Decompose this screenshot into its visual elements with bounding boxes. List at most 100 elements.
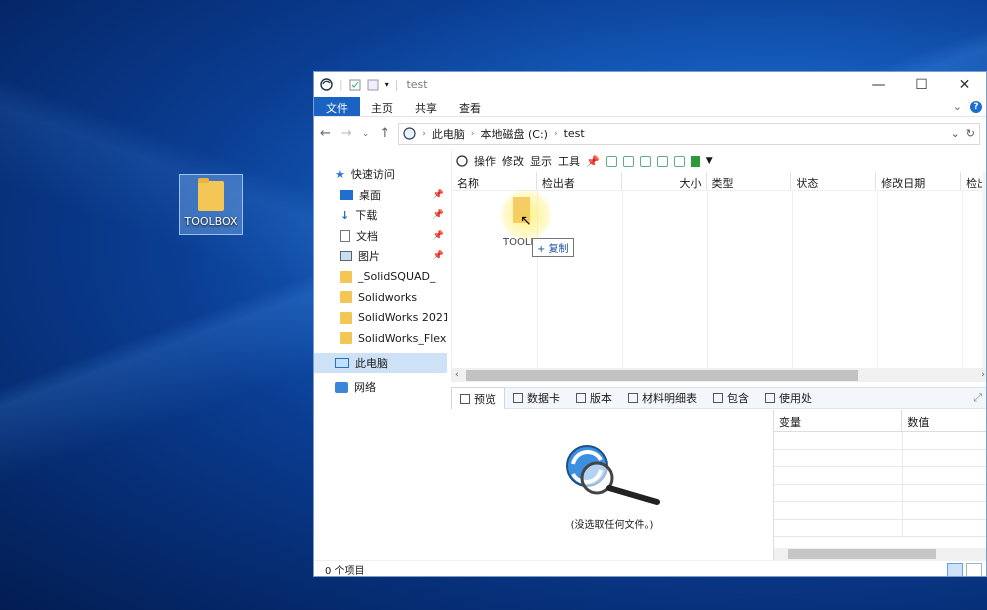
tab-preview[interactable]: 预览 (451, 387, 505, 409)
column-value[interactable]: 数值 (902, 410, 986, 431)
table-row (774, 467, 986, 485)
sidebar-item-solidworks-2021[interactable]: SolidWorks 2021 (314, 308, 447, 329)
properties-icon[interactable] (349, 79, 361, 91)
tab-file[interactable]: 文件 (314, 97, 360, 116)
details-view-button[interactable] (947, 562, 963, 576)
pdm-menu-actions[interactable]: 操作 (474, 153, 496, 169)
new-folder-icon[interactable] (367, 79, 379, 91)
address-dropdown-icon[interactable]: ⌄ (951, 127, 960, 140)
desktop-folder-toolbox[interactable]: TOOLBOX (179, 174, 243, 235)
up-button[interactable]: ↑ (379, 126, 390, 141)
sidebar-item-network[interactable]: 网络 (314, 377, 447, 398)
tab-view[interactable]: 查看 (448, 97, 492, 116)
table-row (774, 432, 986, 450)
search-file-icon[interactable] (656, 155, 668, 167)
tab-share[interactable]: 共享 (404, 97, 448, 116)
tab-bom[interactable]: 材料明细表 (620, 387, 705, 409)
book-icon[interactable] (690, 155, 700, 167)
scrollbar-thumb[interactable] (466, 369, 858, 381)
forward-button[interactable]: → (341, 126, 352, 141)
column-state[interactable]: 状态 (791, 172, 877, 190)
column-modified-date[interactable]: 修改日期 (876, 172, 962, 190)
table-row (774, 502, 986, 520)
folder-icon (340, 291, 352, 304)
large-icons-view-button[interactable] (966, 562, 982, 576)
sidebar-item-desktop[interactable]: 桌面 📌 (314, 185, 447, 206)
tab-label: 包含 (727, 392, 749, 405)
refresh-icon[interactable]: ↻ (966, 127, 975, 140)
column-type[interactable]: 类型 (707, 172, 792, 190)
explorer-window: | ▾ | test — ☐ ✕ 文件 主页 共享 查看 ⌄ ? ← → ⌄ ↑ (313, 71, 987, 577)
sidebar-item-label: 网络 (354, 381, 376, 395)
sidebar-item-quick-access[interactable]: ★ 快速访问 (314, 164, 447, 185)
scroll-right-icon[interactable]: › (981, 370, 985, 380)
minimize-button[interactable]: — (857, 72, 900, 97)
breadcrumb-local-disk[interactable]: 本地磁盘 (C:) (480, 126, 547, 142)
tab-label: 预览 (474, 392, 496, 406)
sidebar-item-label: SolidWorks_Flexnet (358, 331, 447, 345)
breadcrumb-separator: › (553, 128, 558, 139)
pdm-menu-modify[interactable]: 修改 (502, 153, 524, 169)
tab-where-used[interactable]: 使用处 (757, 387, 820, 409)
breadcrumb-test[interactable]: test (564, 127, 585, 140)
tab-label: 版本 (590, 392, 612, 405)
pin-icon: 📌 (432, 210, 444, 221)
undo-checkout-icon[interactable] (673, 155, 685, 167)
sidebar-item-label: 下载 (355, 209, 378, 223)
get-latest-icon[interactable] (639, 155, 651, 167)
table-row (774, 449, 986, 467)
sidebar-item-solidworks[interactable]: Solidworks (314, 287, 447, 308)
where-used-icon (765, 393, 775, 403)
sidebar-item-downloads[interactable]: ↓ 下载 📌 (314, 205, 447, 226)
pin-icon[interactable]: 📌 (586, 155, 600, 168)
column-size[interactable]: 大小 (622, 172, 707, 190)
expand-ribbon-icon[interactable]: ⌄ (953, 100, 962, 113)
sidebar-item-solidworks-flexnet[interactable]: SolidWorks_Flexnet (314, 328, 447, 349)
column-variable[interactable]: 变量 (774, 410, 903, 431)
tab-version[interactable]: 版本 (568, 387, 620, 409)
tab-datacard[interactable]: 数据卡 (505, 387, 568, 409)
bom-icon (628, 393, 638, 403)
column-checked-out-by[interactable]: 检出者 (537, 172, 622, 190)
check-in-icon[interactable] (622, 155, 634, 167)
pdm-menu-tools[interactable]: 工具 (558, 153, 580, 169)
pdm-menu-display[interactable]: 显示 (530, 153, 552, 169)
solidworks-pdm-icon[interactable] (320, 78, 333, 91)
check-out-icon[interactable] (605, 155, 617, 167)
pin-icon: 📌 (432, 189, 444, 200)
preview-panel: (没选取任何文件。) (451, 410, 773, 560)
sidebar-item-solidsquad[interactable]: _SolidSQUAD_ (314, 267, 447, 288)
sidebar-item-documents[interactable]: 文档 📌 (314, 226, 447, 247)
column-name[interactable]: 名称 (452, 172, 537, 190)
desktop-folder-label: TOOLBOX (184, 215, 238, 228)
close-button[interactable]: ✕ (943, 72, 986, 97)
tab-label: 材料明细表 (642, 392, 697, 405)
address-bar[interactable]: › 此电脑 › 本地磁盘 (C:) › test ⌄ ↻ (398, 122, 980, 145)
sidebar-item-pictures[interactable]: 图片 📌 (314, 246, 447, 267)
datacard-icon (513, 393, 523, 403)
horizontal-scrollbar[interactable]: ‹ › (452, 368, 986, 382)
maximize-button[interactable]: ☐ (900, 72, 943, 97)
grid-horizontal-scrollbar[interactable] (774, 548, 986, 560)
navigation-bar: ← → ⌄ ↑ › 此电脑 › 本地磁盘 (C:) › test ⌄ ↻ (314, 116, 986, 150)
tab-contains[interactable]: 包含 (705, 387, 757, 409)
file-list-pane: 操作 修改 显示 工具 📌 ▼ 名称 检出者 大小 类型 状态 修改日期 检出 … (451, 150, 986, 382)
back-button[interactable]: ← (320, 126, 331, 141)
cursor-icon: ↖ (520, 213, 532, 229)
folder-icon (340, 270, 352, 283)
tab-home[interactable]: 主页 (360, 97, 404, 116)
pdm-tabs: 预览 数据卡 版本 材料明细表 包含 使用处 ⤢ (451, 387, 986, 409)
help-icon[interactable]: ? (970, 100, 982, 113)
recent-locations-button[interactable]: ⌄ (362, 129, 370, 139)
sidebar-item-this-pc[interactable]: 此电脑 (314, 352, 447, 373)
expand-panel-icon[interactable]: ⤢ (973, 391, 986, 405)
scrollbar-thumb[interactable] (788, 549, 936, 559)
toolbar-more-icon[interactable]: ▼ (706, 156, 713, 166)
breadcrumb-this-pc[interactable]: 此电脑 (432, 126, 465, 142)
variables-grid: 变量 数值 (773, 410, 986, 560)
picture-icon (340, 251, 352, 262)
pin-icon: 📌 (432, 230, 444, 241)
customize-qat-icon[interactable]: ▾ (385, 80, 389, 89)
scroll-left-icon[interactable]: ‹ (455, 370, 459, 380)
computer-icon (335, 357, 349, 368)
